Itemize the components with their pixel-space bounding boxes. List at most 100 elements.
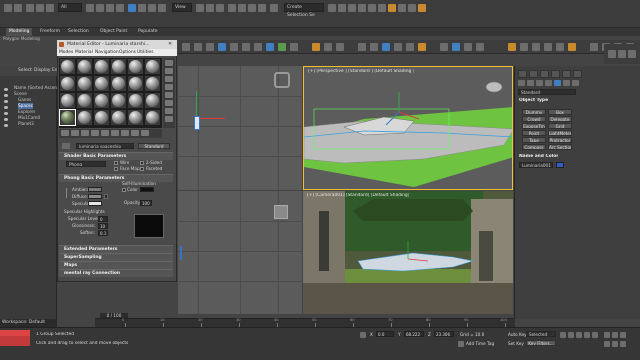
show-end-result-icon[interactable] [141, 130, 149, 136]
close-icon[interactable]: ✕ [168, 42, 174, 47]
material-slot[interactable] [145, 76, 160, 91]
material-slot[interactable] [77, 59, 92, 74]
gizmo-x-axis[interactable] [197, 118, 225, 119]
tool-icon[interactable] [568, 43, 576, 51]
tool-icon[interactable] [464, 43, 472, 51]
faceted-checkbox[interactable] [140, 167, 144, 171]
go-to-end-icon[interactable] [592, 332, 598, 338]
spaceship-side-view[interactable] [180, 246, 182, 260]
visibility-eye-icon[interactable] [4, 100, 8, 103]
material-slot[interactable] [60, 93, 75, 108]
material-slot[interactable] [77, 76, 92, 91]
reference-coordinate-dropdown[interactable]: View [172, 3, 192, 12]
tool-icon[interactable] [452, 43, 460, 51]
material-slot[interactable] [111, 59, 126, 74]
object-type-rollout[interactable]: Object Type [519, 98, 548, 103]
list-item[interactable]: Planet3 [18, 121, 34, 127]
tool-icon[interactable] [194, 43, 202, 51]
zoom-all-icon[interactable] [612, 332, 618, 338]
material-slot[interactable] [111, 93, 126, 108]
render-production-icon[interactable] [418, 4, 426, 12]
tool-icon[interactable] [532, 43, 540, 51]
mental-ray-connection-rollout[interactable]: mental ray Connection [59, 269, 173, 277]
material-slot[interactable] [145, 110, 160, 125]
key-set-dropdown[interactable]: Selected [526, 331, 556, 337]
workspace-selector[interactable]: Workspace: Default [0, 319, 57, 327]
create-selection-set-field[interactable]: Create Selection Se [284, 3, 324, 18]
get-material-icon[interactable] [61, 130, 69, 136]
tool-icon[interactable] [242, 43, 250, 51]
material-slot[interactable] [128, 59, 143, 74]
tool-icon[interactable] [440, 43, 448, 51]
tool-icon[interactable] [324, 43, 332, 51]
viewcube-icon[interactable] [274, 205, 288, 219]
shader-dropdown[interactable]: Phong [66, 161, 106, 167]
top-viewport[interactable] [178, 66, 302, 190]
specular-color-swatch[interactable] [88, 201, 102, 206]
left-viewport[interactable] [178, 191, 302, 314]
tab-modeling[interactable]: Modeling [6, 28, 33, 36]
schematic-view-icon[interactable] [378, 4, 386, 12]
tool-icon[interactable] [618, 50, 626, 58]
tool-icon[interactable] [628, 50, 636, 58]
tool-icon[interactable] [418, 43, 426, 51]
protractor-button[interactable]: Protractor [548, 137, 572, 143]
visibility-eye-icon[interactable] [4, 88, 8, 91]
show-shaded-icon[interactable] [131, 130, 139, 136]
grid-button[interactable]: Grid [548, 123, 572, 129]
spaceship-top-view[interactable] [194, 116, 200, 130]
tool-icon[interactable] [544, 43, 552, 51]
add-time-tag-button[interactable]: Add Time Tag [466, 341, 494, 346]
material-slot[interactable] [94, 110, 109, 125]
material-id-icon[interactable] [121, 130, 129, 136]
create-tab[interactable] [518, 70, 527, 78]
set-key-button[interactable]: Set Key [508, 341, 524, 346]
redo-icon[interactable] [14, 4, 22, 12]
material-slot[interactable] [145, 59, 160, 74]
visibility-eye-icon[interactable] [4, 118, 8, 121]
material-slot[interactable] [77, 110, 92, 125]
options-icon[interactable] [165, 108, 173, 114]
tool-icon[interactable] [406, 43, 414, 51]
select-by-name-icon[interactable] [96, 4, 104, 12]
ambient-color-swatch[interactable] [88, 187, 102, 192]
specular-level-spinner[interactable]: 0 [98, 216, 108, 222]
pan-icon[interactable] [604, 341, 610, 347]
lock-ambient-diffuse-icon[interactable] [66, 188, 69, 198]
time-tag-icon[interactable] [458, 341, 464, 347]
tool-icon[interactable] [382, 43, 390, 51]
make-preview-icon[interactable] [165, 100, 173, 106]
edit-named-selection-icon[interactable] [270, 4, 278, 12]
modify-tab[interactable] [529, 70, 538, 78]
dummy-button[interactable]: Dummy [522, 109, 546, 115]
object-color-swatch[interactable] [556, 162, 564, 168]
utilities-tab[interactable] [573, 70, 582, 78]
select-and-place-icon[interactable] [158, 4, 166, 12]
tool-icon[interactable] [254, 43, 262, 51]
orbit-icon[interactable] [620, 332, 626, 338]
material-slot[interactable] [145, 93, 160, 108]
field-of-view-icon[interactable] [612, 341, 618, 347]
material-editor-icon[interactable] [388, 4, 396, 12]
render-setup-icon[interactable] [398, 4, 406, 12]
reset-map-icon[interactable] [91, 130, 99, 136]
geometry-category-icon[interactable] [518, 80, 525, 86]
phong-basic-parameters-rollout[interactable]: Phong Basic Parameters [59, 174, 173, 182]
tool-icon[interactable] [508, 43, 516, 51]
material-slot[interactable] [111, 76, 126, 91]
select-manipulate-icon[interactable] [206, 4, 214, 12]
tool-icon[interactable] [218, 43, 226, 51]
tool-icon[interactable] [476, 43, 484, 51]
align-icon[interactable] [338, 4, 346, 12]
rectangular-selection-icon[interactable] [106, 4, 114, 12]
material-slot[interactable] [128, 110, 143, 125]
tool-icon[interactable] [230, 43, 238, 51]
maximize-viewport-icon[interactable] [620, 341, 626, 347]
camera-viewport[interactable]: [+] [Camera001] [Standard] [Default Shad… [303, 191, 513, 314]
menu-modes[interactable]: Modes [59, 49, 73, 56]
menu-material[interactable]: Material [75, 49, 93, 56]
tool-icon[interactable] [608, 50, 616, 58]
material-slot[interactable] [94, 59, 109, 74]
exposetm-button[interactable]: ExposeTm [522, 123, 546, 129]
cameras-category-icon[interactable] [545, 80, 552, 86]
